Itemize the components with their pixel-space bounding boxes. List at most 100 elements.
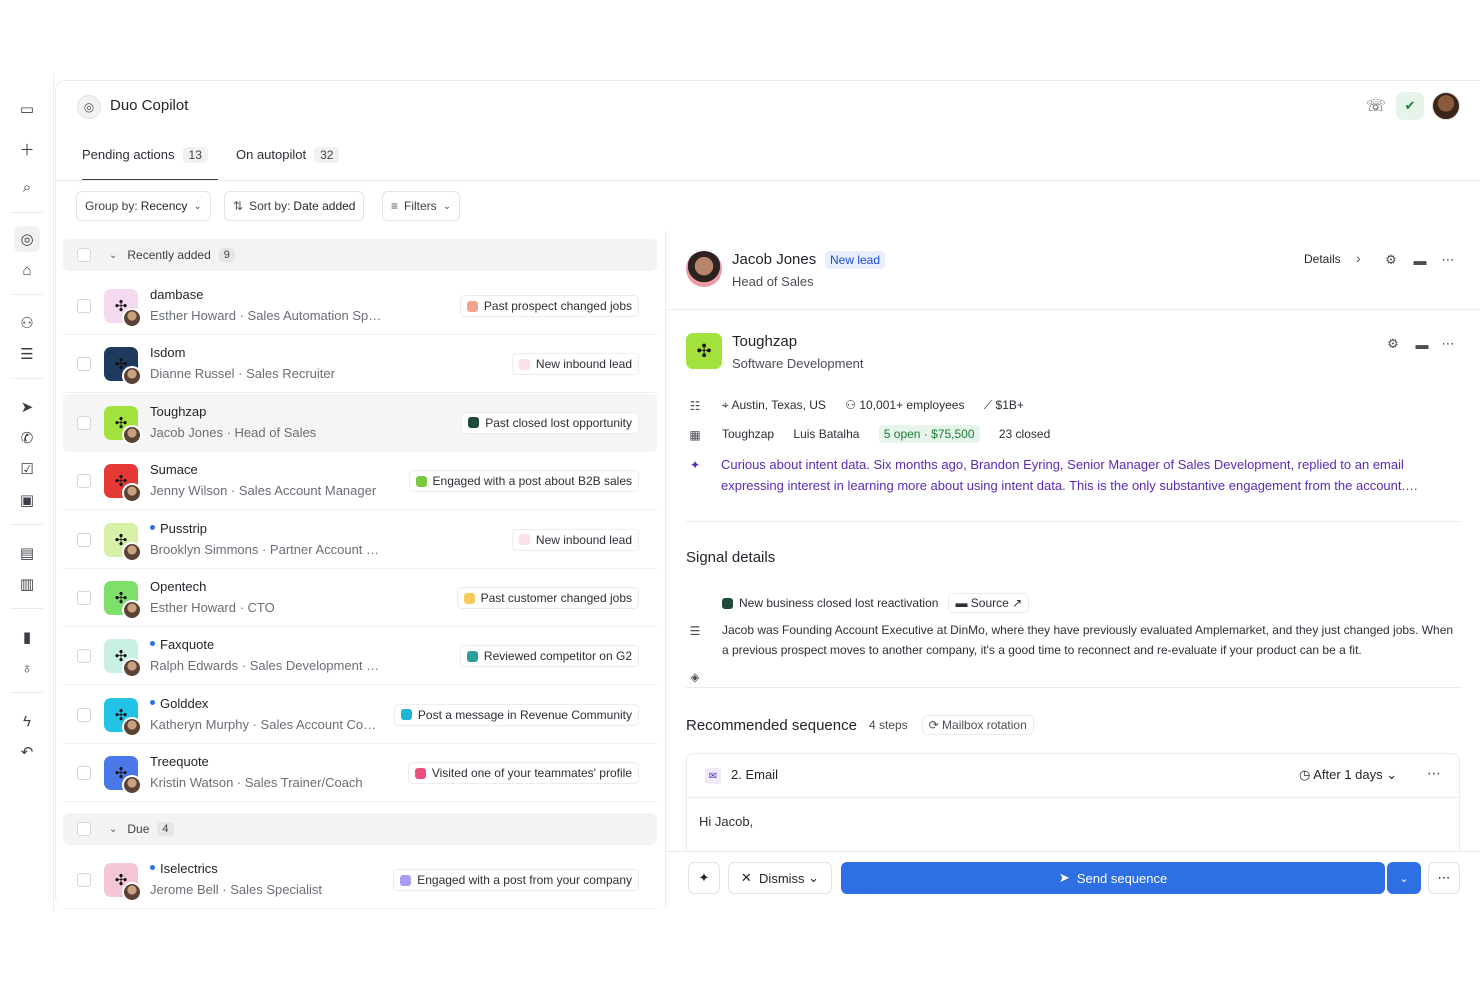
sequence-steps: 4 steps bbox=[868, 718, 908, 732]
chevron-right-icon[interactable]: › bbox=[1356, 250, 1361, 266]
send-label: Send sequence bbox=[1076, 870, 1168, 886]
home-icon[interactable]: ⌂ bbox=[14, 257, 40, 283]
sort-by-value: Date added bbox=[293, 199, 356, 213]
person-avatar bbox=[122, 882, 142, 902]
reply-icon[interactable]: ↶ bbox=[14, 739, 40, 765]
bolt-icon[interactable]: ϟ bbox=[14, 708, 40, 734]
inbox-icon[interactable]: ▣ bbox=[14, 487, 40, 513]
signal-color bbox=[722, 597, 733, 609]
group-checkbox[interactable] bbox=[77, 248, 91, 262]
company-name-text: Treequote bbox=[150, 754, 209, 770]
account-name[interactable]: Toughzap bbox=[722, 427, 774, 441]
list-item[interactable]: ✣ Pusstrip Brooklyn Simmons · Partner Acco… bbox=[63, 511, 657, 569]
closed-deals[interactable]: 23 closed bbox=[999, 427, 1050, 441]
user-avatar[interactable] bbox=[1432, 92, 1460, 120]
more-icon[interactable]: ⋯ bbox=[1438, 250, 1458, 270]
status-briefcase-icon[interactable]: ✔ bbox=[1396, 92, 1424, 120]
row-checkbox[interactable] bbox=[77, 766, 91, 781]
list-icon[interactable]: ☰ bbox=[14, 341, 40, 367]
tasks-icon[interactable]: ☑ bbox=[14, 456, 40, 482]
search-icon[interactable]: ⌕ bbox=[14, 174, 40, 200]
list-item[interactable]: ✣ Sumace Jenny Wilson · Sales Account Mana… bbox=[63, 452, 657, 511]
employees-value: 10,001+ employees bbox=[859, 398, 965, 412]
open-deals-badge[interactable]: 5 open · $75,500 bbox=[878, 425, 980, 443]
list-item[interactable]: ✣ Iselectrics Jerome Bell · Sales Speciali… bbox=[63, 851, 657, 909]
details-link[interactable]: Details bbox=[1304, 252, 1341, 266]
phone-icon[interactable]: ✆ bbox=[14, 425, 40, 451]
email-body[interactable]: Hi Jacob, bbox=[699, 814, 753, 829]
building-icon: ▦ bbox=[689, 428, 701, 442]
row-checkbox[interactable] bbox=[77, 649, 91, 664]
unread-dot-icon bbox=[150, 865, 155, 871]
analytics-icon[interactable]: ▮ bbox=[14, 624, 40, 650]
row-checkbox[interactable] bbox=[77, 707, 91, 722]
people-icon[interactable]: ⚇ bbox=[14, 310, 40, 336]
step-delay-dropdown[interactable]: ◷ After 1 days ⌄ bbox=[1299, 767, 1397, 783]
hubspot-icon[interactable]: ⚙ bbox=[1383, 334, 1403, 354]
send-options-button[interactable]: ⌄ bbox=[1387, 862, 1421, 894]
more-icon[interactable]: ⋯ bbox=[1427, 765, 1441, 782]
row-checkbox[interactable] bbox=[77, 474, 91, 489]
send-icon[interactable]: ➤ bbox=[14, 394, 40, 420]
contacts-icon[interactable]: ▥ bbox=[14, 571, 40, 597]
health-icon[interactable]: ♁ bbox=[14, 655, 40, 681]
more-options-button[interactable]: ⋯ bbox=[1428, 862, 1460, 894]
signal-label: Past closed lost opportunity bbox=[485, 415, 632, 430]
page-title: Duo Copilot bbox=[110, 97, 189, 114]
filters-button[interactable]: ≡ Filters ⌄ bbox=[382, 191, 461, 221]
ai-assist-button[interactable]: ✦ bbox=[688, 862, 720, 894]
send-sequence-button[interactable]: ➤ Send sequence bbox=[841, 862, 1385, 894]
row-checkbox[interactable] bbox=[77, 357, 91, 372]
sidebar-toggle-icon[interactable]: ▭ bbox=[14, 96, 40, 122]
signal-color bbox=[415, 475, 427, 487]
signal-color bbox=[466, 650, 478, 662]
row-checkbox[interactable] bbox=[77, 532, 91, 547]
list-item[interactable]: ✣ Treequote Kristin Watson · Sales Trainer… bbox=[63, 744, 657, 803]
group-header[interactable]: ⌄ Recently added 9 bbox=[63, 239, 657, 271]
row-checkbox[interactable] bbox=[77, 591, 91, 605]
book-icon[interactable]: ▤ bbox=[14, 540, 40, 566]
group-header[interactable]: ⌄ Due 4 bbox=[63, 813, 657, 845]
company-name: Toughzap bbox=[150, 404, 206, 419]
list-item[interactable]: ✣ Isdom Dianne Russel · Sales Recruiter New… bbox=[63, 335, 657, 394]
signal-icon: ◈ bbox=[690, 670, 700, 684]
chevron-down-icon[interactable]: ⌄ bbox=[109, 824, 117, 835]
group-checkbox[interactable] bbox=[77, 822, 91, 836]
row-checkbox[interactable] bbox=[77, 415, 91, 430]
chevron-down-icon: ⌄ bbox=[442, 200, 452, 212]
list-item[interactable]: ✣ Golddex Katheryn Murphy · Sales Account … bbox=[63, 686, 657, 744]
dismiss-button[interactable]: ✕ Dismiss ⌄ bbox=[728, 862, 832, 894]
sequence-title: Recommended sequence bbox=[686, 716, 857, 734]
row-checkbox[interactable] bbox=[77, 299, 91, 313]
tab-label: Pending actions bbox=[82, 147, 175, 162]
more-icon[interactable]: ⋯ bbox=[1438, 334, 1458, 354]
person-line: Jacob Jones · Head of Sales bbox=[150, 424, 317, 440]
list-item[interactable]: ✣ Faxquote Ralph Edwards · Sales Developme… bbox=[63, 627, 657, 686]
chevron-down-icon[interactable]: ⌄ bbox=[109, 250, 117, 261]
account-owner[interactable]: Luis Batalha bbox=[793, 427, 859, 441]
tab-pending-actions[interactable]: Pending actions 13 bbox=[82, 139, 218, 181]
list-item[interactable]: ✣ Toughzap Jacob Jones · Head of Sales Past… bbox=[63, 393, 657, 452]
group-by-button[interactable]: Group by: Recency ⌄ bbox=[76, 191, 211, 221]
hubspot-icon[interactable]: ⚙ bbox=[1381, 250, 1401, 270]
briefcase-icon[interactable]: ▬ bbox=[1410, 250, 1430, 270]
plus-icon[interactable]: ＋ bbox=[14, 136, 40, 162]
list-item[interactable]: ✣ dambase Esther Howard · Sales Automation… bbox=[63, 277, 657, 335]
location-text: ⌖ Austin, Texas, US bbox=[722, 398, 826, 412]
mailbox-rotation[interactable]: ⟳ Mailbox rotation bbox=[921, 715, 1034, 735]
email-step: ✉ 2. Email ◷ After 1 days ⌄ ⋯ Hi Jacob, bbox=[686, 753, 1460, 863]
group-by-value: Recency bbox=[140, 199, 188, 213]
top-bar: ◎ Duo Copilot ☏ ✔ bbox=[56, 81, 1480, 131]
person-avatar bbox=[122, 541, 142, 562]
sort-by-button[interactable]: ⇅ Sort by: Date added bbox=[224, 191, 365, 221]
signal-tag: Past customer changed jobs bbox=[456, 587, 639, 609]
briefcase-icon[interactable]: ▬ bbox=[1412, 334, 1432, 354]
copilot-icon[interactable]: ◎ bbox=[14, 226, 40, 252]
source-link[interactable]: ▬ Source ↗ bbox=[948, 593, 1030, 613]
row-checkbox[interactable] bbox=[77, 873, 91, 887]
dialer-icon[interactable]: ☏ bbox=[1365, 95, 1387, 117]
person-line: Esther Howard · Sales Automation Special… bbox=[150, 308, 385, 323]
person-avatar bbox=[122, 424, 142, 445]
list-item[interactable]: ✣ Opentech Esther Howard · CTO Past custome… bbox=[63, 569, 657, 627]
tab-on-autopilot[interactable]: On autopilot 32 bbox=[236, 139, 356, 181]
